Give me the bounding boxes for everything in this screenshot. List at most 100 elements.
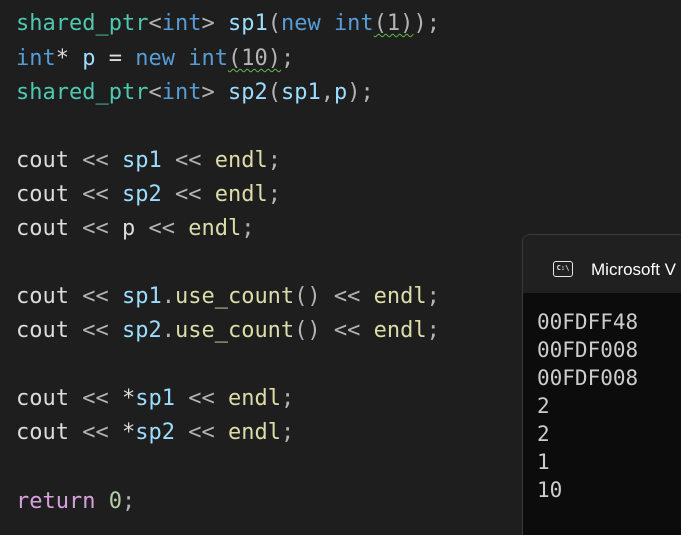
code-token: cout: [16, 284, 69, 309]
code-token-punctuation: .: [161, 318, 175, 343]
code-token-punctuation: <: [148, 11, 162, 36]
code-token-type: shared_ptr: [16, 11, 149, 36]
code-token-keyword: new: [280, 11, 334, 36]
code-token-punctuation: ): [413, 11, 427, 36]
code-token-punctuation: ,: [320, 80, 334, 105]
code-token-keyword: int: [188, 46, 228, 71]
code-token: cout: [16, 386, 69, 411]
code-token-punctuation: <: [148, 80, 162, 105]
code-token-variable: sp1: [135, 386, 175, 411]
code-token-function: endl: [214, 182, 268, 207]
code-token: *: [121, 420, 136, 445]
code-token-variable: sp1: [121, 148, 162, 173]
code-token-variable: sp1: [227, 11, 268, 36]
code-line[interactable]: cout << *sp2 << endl;: [16, 418, 294, 448]
code-token-punctuation: <<: [68, 148, 122, 173]
code-token: cout: [16, 216, 69, 241]
code-token-function: endl: [373, 284, 427, 309]
code-token: cout: [16, 420, 69, 445]
code-token-number: 0: [108, 489, 122, 514]
code-line[interactable]: int* p = new int(10);: [16, 44, 294, 74]
code-token: p: [121, 216, 136, 241]
code-token-punctuation: ;: [241, 216, 255, 241]
code-token-punctuation: >: [201, 11, 228, 36]
code-token: cout: [16, 318, 69, 343]
code-line[interactable]: shared_ptr<int> sp2(sp1,p);: [16, 78, 374, 108]
code-token: cout: [16, 148, 69, 173]
code-line[interactable]: cout << sp1.use_count() << endl;: [16, 282, 440, 312]
console-output-line: 2: [537, 422, 550, 446]
code-token-punctuation: <<: [320, 318, 374, 343]
code-line[interactable]: cout << sp2.use_count() << endl;: [16, 316, 440, 346]
code-token-punctuation: >: [201, 80, 228, 105]
code-token-punctuation: <<: [68, 420, 122, 445]
code-token-keyword: new: [135, 46, 189, 71]
code-token-punctuation: ): [347, 80, 361, 105]
code-token-function: use_count: [174, 318, 295, 343]
terminal-icon: C:\: [553, 261, 573, 277]
code-line[interactable]: shared_ptr<int> sp1(new int(1));: [16, 9, 440, 39]
console-output-line: 10: [537, 478, 563, 502]
code-token-punctuation: ;: [426, 318, 440, 343]
code-token: *: [121, 386, 136, 411]
code-token-punctuation: <<: [161, 182, 215, 207]
code-token-variable: sp1: [121, 284, 162, 309]
code-token-punctuation: (): [294, 318, 321, 343]
code-token-function: endl: [214, 148, 268, 173]
code-token-punctuation: <<: [161, 148, 215, 173]
console-title: Microsoft V: [591, 260, 677, 279]
code-token-function: endl: [373, 318, 427, 343]
code-token: cout: [16, 182, 69, 207]
code-token-punctuation: <<: [68, 318, 122, 343]
code-line[interactable]: return 0;: [16, 487, 135, 517]
code-token-punctuation: ;: [360, 80, 374, 105]
code-token-punctuation: ;: [426, 11, 440, 36]
code-token-punctuation: ;: [426, 284, 440, 309]
console-output-line: 00FDF008: [537, 338, 639, 362]
code-token-keyword: int: [333, 11, 374, 36]
code-token-keyword: int: [161, 11, 202, 36]
code-token-variable: p: [333, 80, 348, 105]
console-output-line: 1: [537, 450, 550, 474]
code-token-punctuation: ;: [121, 489, 136, 514]
code-token-punctuation: <<: [174, 420, 228, 445]
code-token-punctuation: <<: [68, 386, 122, 411]
code-token-function: endl: [227, 386, 281, 411]
code-token-punctuation: ;: [280, 46, 295, 71]
code-token-variable: sp2: [135, 420, 175, 445]
code-token-function: endl: [227, 420, 281, 445]
code-token-punctuation: .: [161, 284, 175, 309]
code-token-variable: sp1: [280, 80, 321, 105]
code-token-punctuation: <<: [135, 216, 189, 241]
code-token-punctuation: ;: [280, 420, 295, 445]
code-token-squiggle: (1): [373, 11, 414, 36]
code-token-keyword: int: [16, 46, 56, 71]
code-token-type: shared_ptr: [16, 80, 149, 105]
code-token-keyword: int: [161, 80, 202, 105]
code-token-punctuation: <<: [68, 182, 122, 207]
code-token-variable: sp2: [121, 318, 162, 343]
code-token-function: use_count: [174, 284, 295, 309]
code-token-punctuation: ;: [267, 182, 281, 207]
code-token-variable: sp2: [227, 80, 268, 105]
code-token-squiggle: (10): [227, 46, 281, 71]
code-token-variable: p: [82, 46, 96, 71]
console-window[interactable]: C:\ Microsoft V 00FDFF48 00FDF008 00FDF0…: [522, 234, 681, 535]
code-line[interactable]: cout << *sp1 << endl;: [16, 384, 294, 414]
code-token-keyword: return: [16, 489, 96, 514]
code-token-punctuation: (: [267, 80, 281, 105]
code-token-punctuation: <<: [320, 284, 374, 309]
code-token: *: [55, 46, 83, 71]
code-line[interactable]: cout << sp2 << endl;: [16, 180, 281, 210]
code-token-punctuation: <<: [68, 284, 122, 309]
code-token-punctuation: ;: [267, 148, 281, 173]
code-line[interactable]: cout << p << endl;: [16, 214, 254, 244]
console-output-line: 00FDF008: [537, 366, 639, 390]
code-token-punctuation: <<: [174, 386, 228, 411]
code-token-punctuation: <<: [68, 216, 122, 241]
code-token-punctuation: (: [267, 11, 281, 36]
console-output-line: 00FDFF48: [537, 310, 639, 334]
code-line[interactable]: cout << sp1 << endl;: [16, 146, 281, 176]
console-titlebar[interactable]: C:\ Microsoft V: [523, 235, 681, 293]
